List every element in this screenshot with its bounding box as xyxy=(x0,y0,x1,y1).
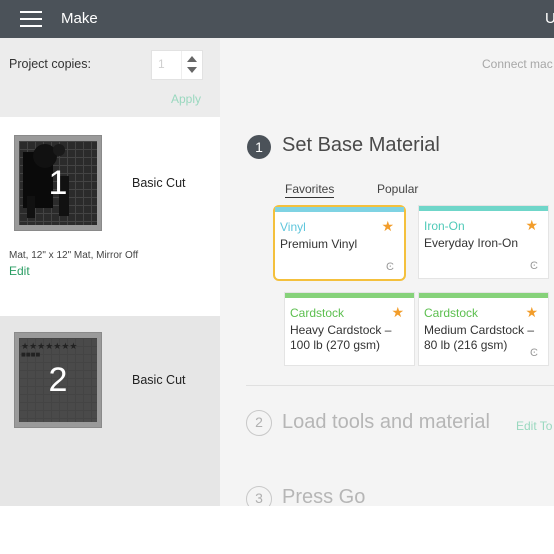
sidebar-footer xyxy=(0,506,220,554)
material-accent-bar xyxy=(419,206,548,211)
stepper-arrows xyxy=(181,51,202,79)
material-name: Heavy Cardstock – 100 lb (270 gsm) xyxy=(290,323,392,352)
project-copies-panel: Project copies: 1 Apply xyxy=(0,38,220,117)
footer-bar xyxy=(220,506,554,554)
mat-1-label: Basic Cut xyxy=(132,176,186,190)
material-type: Cardstock xyxy=(424,306,479,320)
material-type: Vinyl xyxy=(280,220,306,234)
mat-2-label: Basic Cut xyxy=(132,373,186,387)
mat-number: 1 xyxy=(48,164,68,202)
page-title: Make xyxy=(61,10,98,27)
project-copies-label: Project copies: xyxy=(9,57,91,71)
tab-favorites[interactable]: Favorites xyxy=(285,182,335,198)
apply-button[interactable]: Apply xyxy=(171,92,201,106)
material-accent-bar xyxy=(419,293,548,298)
step-2-number: 2 xyxy=(246,410,272,436)
favorite-star-icon[interactable]: ★ xyxy=(525,304,538,321)
top-bar: Make U xyxy=(0,0,554,38)
material-settings-panel: Connect mac 1 Set Base Material Favorite… xyxy=(220,38,554,512)
material-card-heavy-cardstock[interactable]: Cardstock Heavy Cardstock – 100 lb (270 … xyxy=(284,292,415,366)
mat-preview-1[interactable]: 1 xyxy=(14,135,102,231)
increment-arrow-icon[interactable] xyxy=(187,56,197,62)
cricut-logo-icon: Ͼ xyxy=(530,260,538,272)
material-card-medium-cardstock[interactable]: Cardstock Medium Cardstock – 80 lb (216 … xyxy=(418,292,549,366)
material-card-vinyl[interactable]: Vinyl Premium Vinyl ★ Ͼ xyxy=(273,205,406,281)
material-card-iron-on[interactable]: Iron-On Everyday Iron-On ★ Ͼ xyxy=(418,205,549,279)
section-divider xyxy=(246,385,554,386)
mat-item-1[interactable]: 1 Basic Cut xyxy=(0,117,220,316)
mat-preview-2[interactable]: ★★★★★★★ ■■■■ 2 xyxy=(14,332,102,428)
material-accent-bar xyxy=(285,293,414,298)
tab-popular[interactable]: Popular xyxy=(377,182,418,196)
mat-number: 2 xyxy=(48,361,68,399)
connect-machine-link[interactable]: Connect mac xyxy=(482,57,553,71)
material-name: Everyday Iron-On xyxy=(424,236,519,250)
project-copies-value[interactable]: 1 xyxy=(158,57,165,71)
favorite-star-icon[interactable]: ★ xyxy=(525,217,538,234)
mat-1-edit-link[interactable]: Edit xyxy=(9,264,30,278)
decrement-arrow-icon[interactable] xyxy=(187,67,197,73)
svg-text:■■■■: ■■■■ xyxy=(21,350,40,359)
favorite-star-icon[interactable]: ★ xyxy=(391,304,404,321)
material-name: Premium Vinyl xyxy=(280,237,358,251)
step-1-number: 1 xyxy=(247,135,271,159)
edit-tools-link[interactable]: Edit To xyxy=(516,419,552,433)
mat-1-description: Mat, 12" x 12" Mat, Mirror Off xyxy=(9,250,139,261)
favorite-star-icon[interactable]: ★ xyxy=(381,218,394,235)
top-right-text[interactable]: U xyxy=(545,10,554,27)
project-copies-stepper[interactable]: 1 xyxy=(151,50,203,80)
cricut-logo-icon: Ͼ xyxy=(386,261,394,273)
hamburger-menu-icon[interactable] xyxy=(20,11,42,27)
cricut-logo-icon: Ͼ xyxy=(530,347,538,359)
mat-item-2[interactable]: ★★★★★★★ ■■■■ 2 Basic Cut xyxy=(0,316,220,506)
step-2-title: Load tools and material xyxy=(282,411,490,433)
material-name: Medium Cardstock – 80 lb (216 gsm) xyxy=(424,323,535,352)
material-accent-bar xyxy=(275,207,404,212)
mat-sidebar: Project copies: 1 Apply 1 Basic Cut Mat,… xyxy=(0,38,220,554)
material-type: Cardstock xyxy=(290,306,345,320)
material-type: Iron-On xyxy=(424,219,465,233)
step-1-title: Set Base Material xyxy=(282,134,440,156)
